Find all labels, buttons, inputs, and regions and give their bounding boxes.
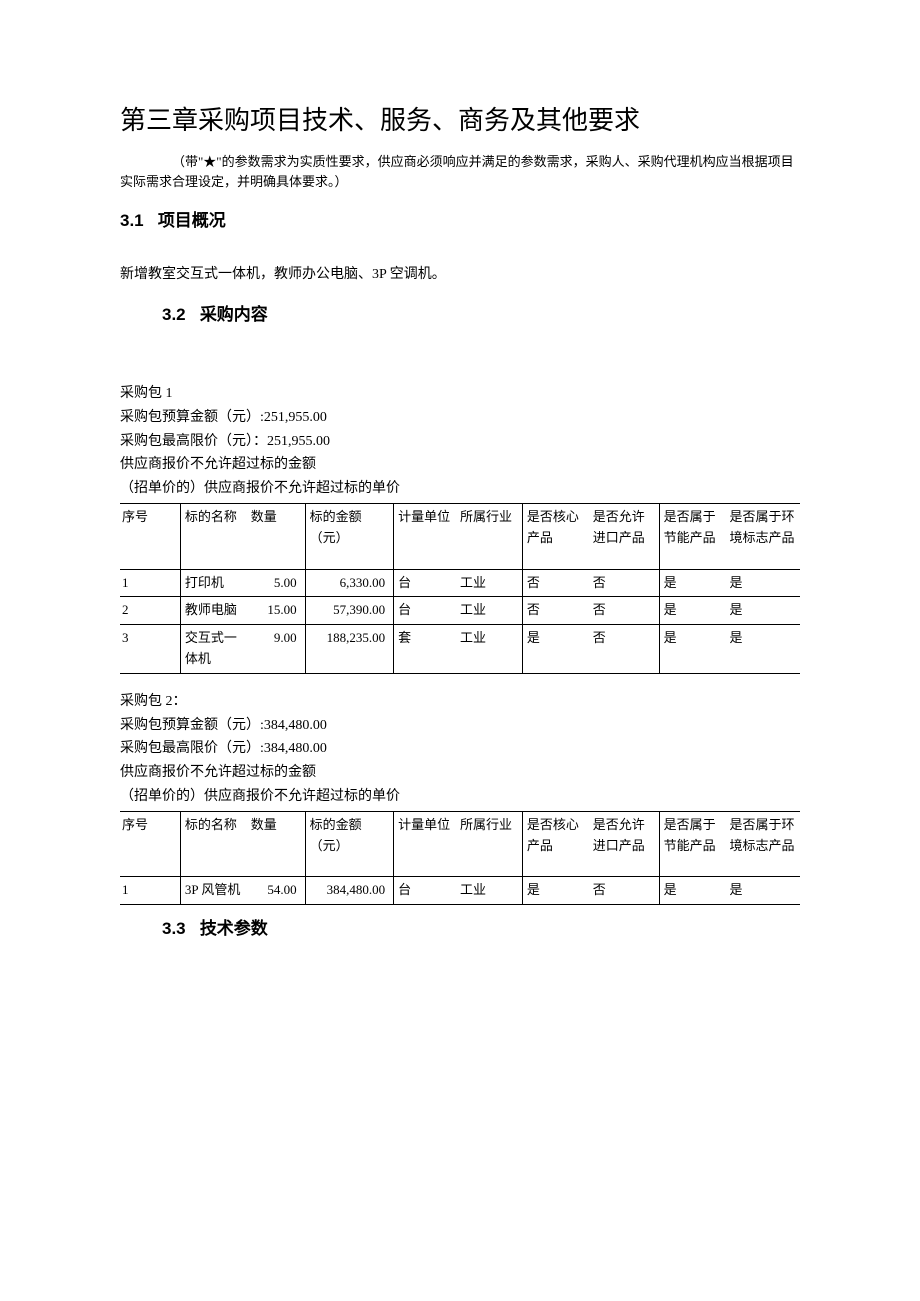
th-amt: 标的金额（元）	[305, 503, 394, 569]
cell-amt: 6,330.00	[305, 569, 394, 597]
cell-imp: 否	[591, 625, 659, 674]
section-title: 项目概况	[158, 211, 226, 230]
table-header-row: 序号 标的名称 数量 标的金额（元） 计量单位 所属行业 是否核心产品 是否允许…	[120, 811, 800, 877]
cell-unit: 台	[394, 569, 458, 597]
th-unit: 计量单位	[394, 503, 458, 569]
package-1-info: 采购包 1 采购包预算金额（元）:251,955.00 采购包最高限价（元）：2…	[120, 382, 800, 501]
package-2-info: 采购包 2： 采购包预算金额（元）:384,480.00 采购包最高限价（元）:…	[120, 690, 800, 809]
cell-seq: 1	[120, 877, 180, 905]
pkg1-line: 供应商报价不允许超过标的金额	[120, 453, 800, 477]
table-row: 2 教师电脑 15.00 57,390.00 台 工业 否 否 是 是	[120, 597, 800, 625]
pkg1-line: 采购包 1	[120, 382, 800, 406]
cell-env: 是	[727, 625, 800, 674]
th-name: 标的名称	[180, 503, 248, 569]
section-3-1-heading: 3.1 项目概况	[120, 207, 800, 234]
table-row: 1 3P 风管机 54.00 384,480.00 台 工业 是 否 是 是	[120, 877, 800, 905]
th-unit: 计量单位	[394, 811, 458, 877]
th-env: 是否属于环境标志产品	[727, 811, 800, 877]
pkg2-line: 采购包 2：	[120, 690, 800, 714]
cell-qty: 5.00	[249, 569, 305, 597]
th-energy: 是否属于节能产品	[659, 503, 727, 569]
table-header-row: 序号 标的名称 数量 标的金额（元） 计量单位 所属行业 是否核心产品 是否允许…	[120, 503, 800, 569]
th-qty: 数量	[249, 503, 305, 569]
cell-energy: 是	[659, 877, 727, 905]
cell-core: 是	[522, 877, 590, 905]
cell-qty: 54.00	[249, 877, 305, 905]
section-number: 3.1	[120, 211, 144, 230]
section-3-1-body: 新增教室交互式一体机，教师办公电脑、3P 空调机。	[120, 264, 800, 286]
table-row: 3 交互式一体机 9.00 188,235.00 套 工业 是 否 是 是	[120, 625, 800, 674]
pkg2-line: （招单价的）供应商报价不允许超过标的单价	[120, 785, 800, 809]
cell-energy: 是	[659, 569, 727, 597]
cell-amt: 57,390.00	[305, 597, 394, 625]
cell-ind: 工业	[458, 877, 522, 905]
th-qty: 数量	[249, 811, 305, 877]
table-row: 1 打印机 5.00 6,330.00 台 工业 否 否 是 是	[120, 569, 800, 597]
cell-name: 交互式一体机	[180, 625, 248, 674]
th-ind: 所属行业	[458, 503, 522, 569]
cell-imp: 否	[591, 597, 659, 625]
cell-qty: 9.00	[249, 625, 305, 674]
package-1-table: 序号 标的名称 数量 标的金额（元） 计量单位 所属行业 是否核心产品 是否允许…	[120, 503, 800, 674]
th-seq: 序号	[120, 503, 180, 569]
cell-env: 是	[727, 569, 800, 597]
th-name: 标的名称	[180, 811, 248, 877]
cell-core: 是	[522, 625, 590, 674]
pkg2-line: 供应商报价不允许超过标的金额	[120, 761, 800, 785]
cell-ind: 工业	[458, 569, 522, 597]
cell-imp: 否	[591, 569, 659, 597]
cell-seq: 2	[120, 597, 180, 625]
th-core: 是否核心产品	[522, 811, 590, 877]
cell-ind: 工业	[458, 625, 522, 674]
th-env: 是否属于环境标志产品	[727, 503, 800, 569]
cell-unit: 套	[394, 625, 458, 674]
cell-energy: 是	[659, 597, 727, 625]
th-core: 是否核心产品	[522, 503, 590, 569]
section-title: 技术参数	[200, 919, 268, 938]
pkg2-line: 采购包预算金额（元）:384,480.00	[120, 714, 800, 738]
pkg1-line: 采购包最高限价（元）：251,955.00	[120, 430, 800, 454]
th-imp: 是否允许进口产品	[591, 811, 659, 877]
pkg1-line: 采购包预算金额（元）:251,955.00	[120, 406, 800, 430]
cell-env: 是	[727, 877, 800, 905]
th-energy: 是否属于节能产品	[659, 811, 727, 877]
th-imp: 是否允许进口产品	[591, 503, 659, 569]
cell-name: 教师电脑	[180, 597, 248, 625]
cell-core: 否	[522, 569, 590, 597]
section-3-3-heading: 3.3 技术参数	[162, 915, 800, 942]
cell-energy: 是	[659, 625, 727, 674]
cell-amt: 384,480.00	[305, 877, 394, 905]
section-number: 3.2	[162, 305, 186, 324]
pkg2-line: 采购包最高限价（元）:384,480.00	[120, 737, 800, 761]
cell-seq: 1	[120, 569, 180, 597]
cell-imp: 否	[591, 877, 659, 905]
section-title: 采购内容	[200, 305, 268, 324]
cell-seq: 3	[120, 625, 180, 674]
th-ind: 所属行业	[458, 811, 522, 877]
cell-unit: 台	[394, 597, 458, 625]
cell-name: 3P 风管机	[180, 877, 248, 905]
cell-env: 是	[727, 597, 800, 625]
cell-ind: 工业	[458, 597, 522, 625]
th-seq: 序号	[120, 811, 180, 877]
pkg1-line: （招单价的）供应商报价不允许超过标的单价	[120, 477, 800, 501]
section-number: 3.3	[162, 919, 186, 938]
cell-core: 否	[522, 597, 590, 625]
cell-amt: 188,235.00	[305, 625, 394, 674]
package-2-table: 序号 标的名称 数量 标的金额（元） 计量单位 所属行业 是否核心产品 是否允许…	[120, 811, 800, 905]
th-amt: 标的金额（元）	[305, 811, 394, 877]
section-3-2-heading: 3.2 采购内容	[162, 301, 800, 328]
intro-note: （带"★"的参数需求为实质性要求，供应商必须响应并满足的参数需求，采购人、采购代…	[120, 152, 800, 194]
cell-unit: 台	[394, 877, 458, 905]
cell-name: 打印机	[180, 569, 248, 597]
chapter-title: 第三章采购项目技术、服务、商务及其他要求	[120, 100, 800, 142]
cell-qty: 15.00	[249, 597, 305, 625]
